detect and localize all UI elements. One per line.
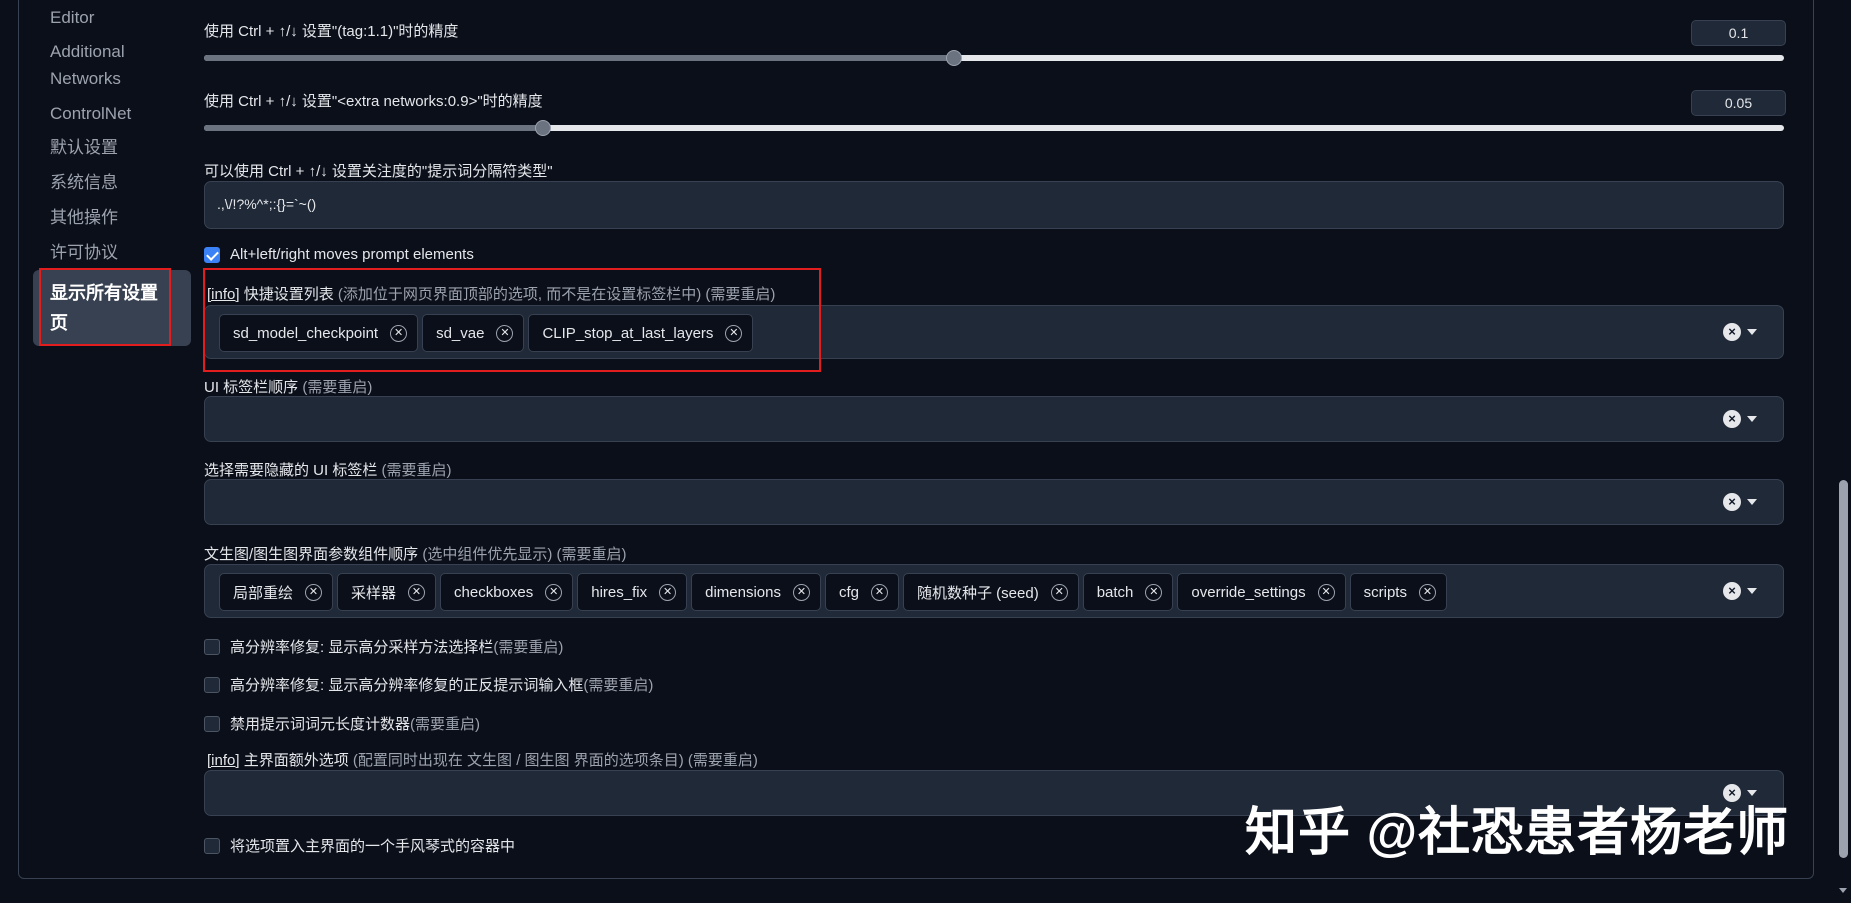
remove-tag-icon[interactable]: ✕ <box>1145 583 1163 601</box>
dropdown-controls: × <box>1723 582 1757 600</box>
tag-label: 局部重绘 <box>233 584 294 602</box>
ui-order-label: 文生图/图生图界面参数组件顺序 (选中组件优先显示) (需要重启) <box>204 543 627 564</box>
slider-fill <box>204 55 953 61</box>
ui-order-title: 文生图/图生图界面参数组件顺序 <box>204 546 423 563</box>
alt-move-label: Alt+left/right moves prompt elements <box>230 246 474 263</box>
alt-move-checkbox[interactable] <box>204 246 220 263</box>
scroll-down-icon[interactable] <box>1839 888 1847 893</box>
tag-label: 采样器 <box>351 584 397 602</box>
settings-main: 使用 Ctrl + ↑/↓ 设置"(tag:1.1)"时的精度 0.1 使用 C… <box>0 0 1851 903</box>
chevron-down-icon[interactable] <box>1747 416 1757 422</box>
slider-fill <box>204 125 543 131</box>
separators-value: .,\/!?%^*;:{}=`~() <box>217 196 317 212</box>
alt-move-option[interactable]: Alt+left/right moves prompt elements <box>204 246 474 263</box>
dropdown-controls: × <box>1723 323 1757 341</box>
hidden-tabs-multiselect[interactable]: × <box>204 479 1784 525</box>
tab-order-label: UI 标签栏顺序 (需要重启) <box>204 376 372 397</box>
dropdown-controls: × <box>1723 410 1757 428</box>
hidden-tabs-title: 选择需要隐藏的 UI 标签栏 <box>204 462 382 479</box>
tag-chip: batch ✕ <box>1082 573 1174 611</box>
tag-chip: 局部重绘 ✕ <box>219 573 334 611</box>
chevron-down-icon[interactable] <box>1747 329 1757 335</box>
disable-counter-title: 禁用提示词词元长度计数器 <box>230 716 411 733</box>
ui-order-note: (选中组件优先显示) (需要重启) <box>422 546 627 563</box>
remove-tag-icon[interactable]: ✕ <box>792 583 810 601</box>
tag-precision-input[interactable]: 0.1 <box>1691 20 1786 46</box>
tag-chip: 随机数种子 (seed) ✕ <box>903 573 1079 611</box>
tag-label: 随机数种子 (seed) <box>917 584 1039 602</box>
dropdown-controls: × <box>1723 493 1757 511</box>
hires-sampler-note: (需要重启) <box>493 639 564 656</box>
tag-precision-label: 使用 Ctrl + ↑/↓ 设置"(tag:1.1)"时的精度 <box>204 23 459 40</box>
extra-options-title: 主界面额外选项 <box>239 752 353 769</box>
page-scrollbar[interactable] <box>1835 0 1851 903</box>
highlight-box-quicksettings <box>203 268 821 372</box>
network-precision-input[interactable]: 0.05 <box>1691 90 1786 116</box>
slider-thumb[interactable] <box>945 50 962 66</box>
hires-sampler-checkbox[interactable] <box>204 638 220 655</box>
tag-label: cfg <box>838 583 859 601</box>
network-precision-label: 使用 Ctrl + ↑/↓ 设置"<extra networks:0.9>"时的… <box>204 93 543 110</box>
tag-chip: hires_fix ✕ <box>577 573 688 611</box>
remove-tag-icon[interactable]: ✕ <box>659 583 677 601</box>
remove-tag-icon[interactable]: ✕ <box>545 583 563 601</box>
tab-order-title: UI 标签栏顺序 <box>204 379 303 396</box>
hires-prompts-checkbox[interactable] <box>204 676 220 693</box>
disable-counter-option[interactable]: 禁用提示词词元长度计数器 (需要重启) <box>204 713 480 734</box>
tab-order-note: (需要重启) <box>302 379 373 396</box>
tag-chip: checkboxes ✕ <box>440 573 574 611</box>
tag-label: dimensions <box>705 583 781 601</box>
hires-prompts-option[interactable]: 高分辨率修复: 显示高分辨率修复的正反提示词输入框 (需要重启) <box>204 674 653 695</box>
info-link[interactable]: [info] <box>207 752 240 769</box>
extra-options-label: [info] 主界面额外选项 (配置同时出现在 文生图 / 图生图 界面的选项条… <box>207 749 758 770</box>
ui-order-multiselect[interactable]: 局部重绘 ✕ 采样器 ✕ checkboxes ✕ hires_fix ✕ dimens… <box>204 564 1784 618</box>
clear-all-icon[interactable]: × <box>1723 493 1741 511</box>
separators-label: 可以使用 Ctrl + ↑/↓ 设置关注度的"提示词分隔符类型" <box>204 163 553 180</box>
remove-tag-icon[interactable]: ✕ <box>871 583 888 601</box>
extra-options-note: (配置同时出现在 文生图 / 图生图 界面的选项条目) (需要重启) <box>352 752 758 769</box>
slider-thumb[interactable] <box>535 120 552 136</box>
tag-precision-slider[interactable] <box>204 50 1784 66</box>
accordion-label: 将选项置入主界面的一个手风琴式的容器中 <box>230 838 516 855</box>
hires-prompts-title: 高分辨率修复: 显示高分辨率修复的正反提示词输入框 <box>230 677 584 694</box>
separators-input[interactable]: .,\/!?%^*;:{}=`~() <box>204 181 1784 229</box>
tag-label: scripts <box>1363 583 1407 601</box>
clear-all-icon[interactable]: × <box>1723 410 1741 428</box>
tag-chip: dimensions ✕ <box>691 573 821 611</box>
hires-sampler-title: 高分辨率修复: 显示高分采样方法选择栏 <box>230 639 494 656</box>
remove-tag-icon[interactable]: ✕ <box>408 583 426 601</box>
watermark: 知乎 @社恐患者杨老师 <box>1245 804 1790 862</box>
remove-tag-icon[interactable]: ✕ <box>1418 583 1436 601</box>
remove-tag-icon[interactable]: ✕ <box>305 583 323 601</box>
accordion-option[interactable]: 将选项置入主界面的一个手风琴式的容器中 <box>204 835 515 856</box>
disable-counter-checkbox[interactable] <box>204 715 220 732</box>
chevron-down-icon[interactable] <box>1747 588 1757 594</box>
hires-sampler-option[interactable]: 高分辨率修复: 显示高分采样方法选择栏 (需要重启) <box>204 636 563 657</box>
tag-chip: cfg ✕ <box>824 573 899 611</box>
accordion-checkbox[interactable] <box>204 837 220 854</box>
ui-order-tags: 局部重绘 ✕ 采样器 ✕ checkboxes ✕ hires_fix ✕ dimens… <box>219 573 1447 611</box>
tag-chip: 采样器 ✕ <box>337 573 437 611</box>
tag-chip: override_settings ✕ <box>1177 573 1346 611</box>
tab-order-multiselect[interactable]: × <box>204 396 1784 442</box>
disable-counter-note: (需要重启) <box>410 716 481 733</box>
clear-all-icon[interactable]: × <box>1723 582 1741 600</box>
chevron-down-icon[interactable] <box>1747 499 1757 505</box>
hidden-tabs-note: (需要重启) <box>381 462 452 479</box>
remove-tag-icon[interactable]: ✕ <box>1050 583 1068 601</box>
hires-prompts-note: (需要重启) <box>583 677 654 694</box>
tag-label: checkboxes <box>454 583 534 601</box>
tag-label: hires_fix <box>591 583 648 601</box>
tag-chip: scripts ✕ <box>1349 573 1447 611</box>
tag-label: override_settings <box>1191 583 1306 601</box>
scrollbar-thumb[interactable] <box>1839 480 1848 858</box>
clear-all-icon[interactable]: × <box>1723 323 1741 341</box>
tag-label: batch <box>1096 583 1134 601</box>
remove-tag-icon[interactable]: ✕ <box>1317 583 1335 601</box>
hidden-tabs-label: 选择需要隐藏的 UI 标签栏 (需要重启) <box>204 459 452 480</box>
network-precision-slider[interactable] <box>204 120 1784 136</box>
